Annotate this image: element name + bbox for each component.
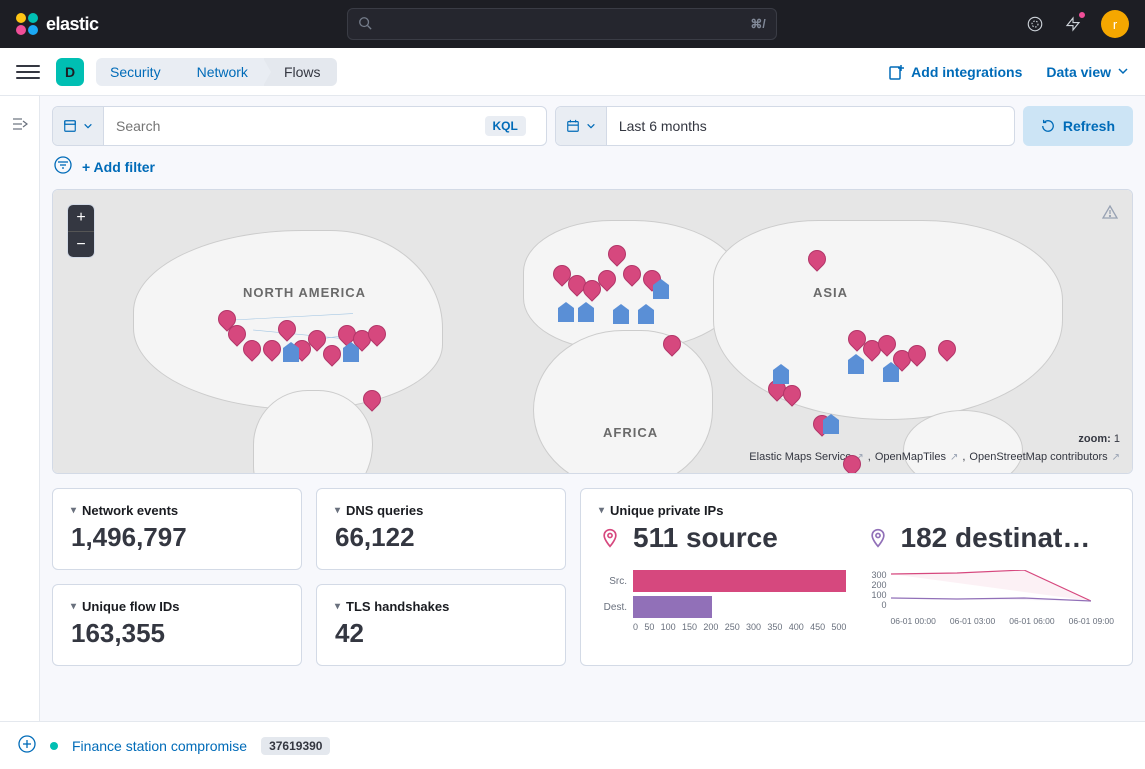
- nav-toggle-button[interactable]: [16, 60, 40, 84]
- chevron-down-icon[interactable]: ▾: [335, 505, 340, 516]
- map-zoom-level: zoom: 1: [1078, 433, 1120, 445]
- chevron-down-icon[interactable]: ▾: [71, 505, 76, 516]
- stat-tls-handshakes: ▾ TLS handshakes 42: [316, 584, 566, 666]
- filter-options-button[interactable]: [54, 156, 72, 177]
- breadcrumb-network[interactable]: Network: [177, 58, 264, 86]
- map-label-na: NORTH AMERICA: [243, 285, 366, 300]
- stat-label: Network events: [82, 503, 178, 518]
- help-icon[interactable]: [1025, 14, 1045, 34]
- date-range-value[interactable]: Last 6 months: [607, 107, 1014, 145]
- map-label-africa: AFRICA: [603, 425, 658, 440]
- map-credits: Elastic Maps Service↗, OpenMapTiles↗, Op…: [749, 451, 1120, 463]
- bar-label-dest: Dest.: [599, 602, 627, 613]
- sub-nav: D Security Network Flows Add integration…: [0, 48, 1145, 96]
- zoom-in-button[interactable]: +: [68, 205, 94, 231]
- global-search-input[interactable]: ⌘/: [347, 8, 777, 40]
- stat-value: 66,122: [335, 522, 547, 553]
- date-quick-button[interactable]: [556, 107, 607, 145]
- add-integrations-label: Add integrations: [911, 64, 1022, 80]
- zoom-out-button[interactable]: −: [68, 231, 94, 257]
- search-input[interactable]: [116, 118, 461, 134]
- stat-value: 1,496,797: [71, 522, 283, 553]
- query-lang-badge[interactable]: KQL: [485, 116, 526, 136]
- map-background: [53, 190, 1132, 473]
- source-pin-icon: [599, 527, 621, 549]
- search-icon: [358, 16, 372, 33]
- refresh-label: Refresh: [1063, 118, 1115, 134]
- elastic-logo-icon: [16, 13, 38, 35]
- space-badge[interactable]: D: [56, 58, 84, 86]
- saved-query-button[interactable]: [53, 107, 104, 145]
- global-header: elastic ⌘/ r: [0, 0, 1145, 48]
- stat-unique-private-ips: ▾ Unique private IPs 511 source: [580, 488, 1133, 666]
- data-view-dropdown[interactable]: Data view: [1046, 64, 1129, 80]
- stat-value: 42: [335, 618, 547, 649]
- stat-value: 163,355: [71, 618, 283, 649]
- destination-ips-value: 182 destinat…: [901, 522, 1091, 554]
- network-map[interactable]: NORTH AMERICA AFRICA ASIA + − zoom: 1 El…: [52, 189, 1133, 474]
- breadcrumb-flows: Flows: [264, 58, 337, 86]
- ips-bar-chart: Src. Dest. 05010015020025030035040045050…: [599, 570, 847, 651]
- stat-label: DNS queries: [346, 503, 423, 518]
- header-right: r: [1025, 10, 1129, 38]
- stat-label: TLS handshakes: [346, 599, 449, 614]
- stat-dns-queries: ▾ DNS queries 66,122: [316, 488, 566, 570]
- destination-pin-icon: [867, 527, 889, 549]
- timeline-status-dot: [50, 742, 58, 750]
- breadcrumb-security[interactable]: Security: [96, 58, 177, 86]
- page-content: KQL Last 6 months Refresh + Add filter: [40, 96, 1145, 721]
- refresh-button[interactable]: Refresh: [1023, 106, 1133, 146]
- map-warning-icon[interactable]: [1102, 204, 1118, 223]
- data-view-label: Data view: [1046, 64, 1111, 80]
- add-timeline-button[interactable]: [18, 735, 36, 756]
- map-label-asia: ASIA: [813, 285, 848, 300]
- ips-line-chart: 3002001000 06-01 00:0006-01 03:0006-01 0…: [867, 570, 1115, 651]
- add-filter-button[interactable]: + Add filter: [82, 159, 155, 175]
- search-shortcut: ⌘/: [750, 17, 765, 31]
- stat-label: Unique private IPs: [610, 503, 723, 518]
- stat-unique-flow-ids: ▾ Unique flow IDs 163,355: [52, 584, 302, 666]
- chevron-down-icon[interactable]: ▾: [335, 601, 340, 612]
- timeline-id-badge: 37619390: [261, 737, 330, 755]
- chevron-down-icon: [1117, 64, 1129, 80]
- breadcrumb: Security Network Flows: [96, 58, 337, 86]
- brand-text: elastic: [46, 14, 99, 35]
- source-ips-value: 511 source: [633, 522, 778, 554]
- stat-network-events: ▾ Network events 1,496,797: [52, 488, 302, 570]
- stat-label: Unique flow IDs: [82, 599, 180, 614]
- map-zoom-controls: + −: [67, 204, 95, 258]
- date-picker: Last 6 months: [555, 106, 1015, 146]
- query-bar: KQL: [52, 106, 547, 146]
- timeline-flyout-toggle[interactable]: [0, 96, 40, 721]
- add-integrations-button[interactable]: Add integrations: [889, 64, 1022, 80]
- bar-label-src: Src.: [599, 576, 627, 587]
- user-avatar[interactable]: r: [1101, 10, 1129, 38]
- chevron-down-icon[interactable]: ▾: [71, 601, 76, 612]
- newsfeed-icon[interactable]: [1063, 14, 1083, 34]
- elastic-logo[interactable]: elastic: [16, 13, 99, 35]
- chevron-down-icon[interactable]: ▾: [599, 505, 604, 516]
- timeline-footer: Finance station compromise 37619390: [0, 721, 1145, 769]
- notification-dot: [1078, 11, 1086, 19]
- timeline-name[interactable]: Finance station compromise: [72, 738, 247, 754]
